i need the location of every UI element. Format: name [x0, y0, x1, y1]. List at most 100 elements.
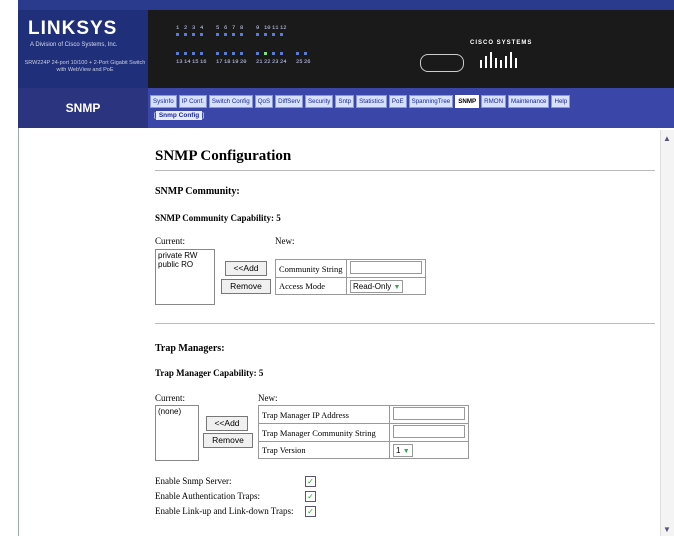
traps-heading: Trap Managers:: [155, 343, 225, 354]
port-led: [240, 33, 243, 36]
auth-traps-checkbox[interactable]: ✓: [305, 491, 316, 502]
community-string-input[interactable]: [350, 261, 422, 274]
port-number: 22: [264, 58, 271, 65]
port-number: 20: [240, 58, 247, 65]
port-number: 16: [200, 58, 207, 65]
tab-diffserv[interactable]: DiffServ: [275, 95, 304, 108]
port-number: 21: [256, 58, 263, 65]
port-number: 19: [232, 58, 239, 65]
port-number: 5: [216, 24, 220, 31]
access-mode-select[interactable]: Read-Only ▼: [350, 279, 404, 293]
port-led: [272, 33, 275, 36]
community-remove-button[interactable]: Remove: [221, 279, 271, 294]
linksys-logo: LINKSYS: [28, 18, 118, 39]
port-number: 8: [240, 24, 244, 31]
vertical-scrollbar[interactable]: ▲ ▼: [660, 130, 674, 536]
community-current-label: Current:: [155, 236, 185, 246]
port-number: 3: [192, 24, 196, 31]
port-number: 14: [184, 58, 191, 65]
subnav-snmp-config[interactable]: Snmp Config: [155, 111, 203, 120]
port-led: [232, 52, 235, 55]
logo-box: LINKSYS A Division of Cisco Systems, Inc…: [18, 10, 148, 88]
link-traps-checkbox[interactable]: ✓: [305, 506, 316, 517]
access-mode-label: Access Mode: [275, 277, 347, 295]
community-current-list[interactable]: private RW public RO: [155, 249, 215, 305]
page-label: SNMP: [18, 88, 148, 128]
trap-version-select[interactable]: 1 ▼: [393, 443, 413, 457]
port-number: 2: [184, 24, 188, 31]
community-add-button[interactable]: <<Add: [225, 261, 267, 276]
traps-form: Trap Manager IP Address Trap Manager Com…: [258, 405, 469, 459]
port-led: [176, 52, 179, 55]
port-led: [224, 33, 227, 36]
port-number: 25: [296, 58, 303, 65]
port-led: [176, 33, 179, 36]
nav-band: SNMP SysInfo IP Conf. Switch Config QoS Diff…: [18, 88, 674, 128]
tab-security[interactable]: Security: [305, 95, 334, 108]
snmp-server-checkbox[interactable]: ✓: [305, 476, 316, 487]
scroll-up-icon[interactable]: ▲: [663, 134, 671, 143]
port-panel: 1 2 3 4 5 6 7 8 9 10 11 12 13 14 15 16 17 18 19 20 21 22 23 24 2…: [176, 24, 376, 74]
traps-new-label: New:: [258, 393, 278, 403]
page-title: SNMP Configuration: [155, 148, 292, 164]
tab-qos[interactable]: QoS: [254, 95, 274, 108]
port-number: 9: [256, 24, 260, 31]
header-strip: [18, 0, 674, 10]
trap-ip-input[interactable]: [393, 407, 465, 420]
port-led: [272, 52, 275, 55]
port-number: 18: [224, 58, 231, 65]
port-led: [192, 33, 195, 36]
port-led: [192, 52, 195, 55]
port-led: [304, 52, 307, 55]
tab-poe[interactable]: PoE: [388, 95, 407, 108]
port-number: 17: [216, 58, 223, 65]
port-number: 13: [176, 58, 183, 65]
tab-spanningtree[interactable]: SpanningTree: [408, 95, 454, 108]
divider: [155, 170, 655, 171]
traps-current-list[interactable]: (none): [155, 405, 199, 461]
snmp-server-label: Enable Snmp Server:: [155, 476, 232, 486]
list-item[interactable]: (none): [158, 407, 196, 416]
tab-statistics[interactable]: Statistics: [356, 95, 387, 108]
trap-ip-label: Trap Manager IP Address: [258, 405, 390, 424]
tab-help[interactable]: Help: [551, 95, 571, 108]
subnav: [Snmp Config]: [154, 111, 205, 120]
port-number: 11: [272, 24, 279, 31]
traps-remove-button[interactable]: Remove: [203, 433, 253, 448]
tab-sysinfo[interactable]: SysInfo: [150, 95, 177, 108]
port-led: [232, 33, 235, 36]
port-number: 10: [264, 24, 271, 31]
community-new-label: New:: [275, 236, 295, 246]
port-number: 7: [232, 24, 236, 31]
tab-bar: SysInfo IP Conf. Switch Config QoS DiffServ S…: [150, 95, 571, 108]
link-traps-label: Enable Link-up and Link-down Traps:: [155, 506, 294, 516]
tab-switch-config[interactable]: Switch Config: [208, 95, 253, 108]
access-mode-value: Read-Only: [353, 281, 392, 291]
list-item[interactable]: private RW: [158, 251, 212, 260]
tab-sntp[interactable]: Sntp: [335, 95, 355, 108]
model-text: SRW224P 24-port 10/100 + 2-Port Gigabit …: [24, 60, 146, 73]
port-led: [184, 33, 187, 36]
port-led: [280, 33, 283, 36]
cisco-bars-icon: [480, 52, 517, 68]
console-port-icon: [420, 54, 464, 72]
port-led: [280, 52, 283, 55]
trap-version-value: 1: [396, 445, 401, 455]
port-led: [256, 52, 259, 55]
tab-snmp[interactable]: SNMP: [455, 95, 480, 108]
chevron-down-icon: ▼: [402, 447, 410, 455]
traps-current-label: Current:: [155, 393, 185, 403]
tab-rmon[interactable]: RMON: [481, 95, 507, 108]
trap-community-input[interactable]: [393, 425, 465, 438]
list-item[interactable]: public RO: [158, 260, 212, 269]
community-string-label: Community String: [275, 259, 347, 278]
port-number: 6: [224, 24, 228, 31]
port-led: [256, 33, 259, 36]
tab-maintenance[interactable]: Maintenance: [508, 95, 550, 108]
traps-add-button[interactable]: <<Add: [206, 416, 248, 431]
divider: [155, 323, 655, 324]
port-led: [296, 52, 299, 55]
tab-ip-conf-[interactable]: IP Conf.: [178, 95, 207, 108]
scroll-down-icon[interactable]: ▼: [663, 525, 671, 534]
port-number: 23: [272, 58, 279, 65]
